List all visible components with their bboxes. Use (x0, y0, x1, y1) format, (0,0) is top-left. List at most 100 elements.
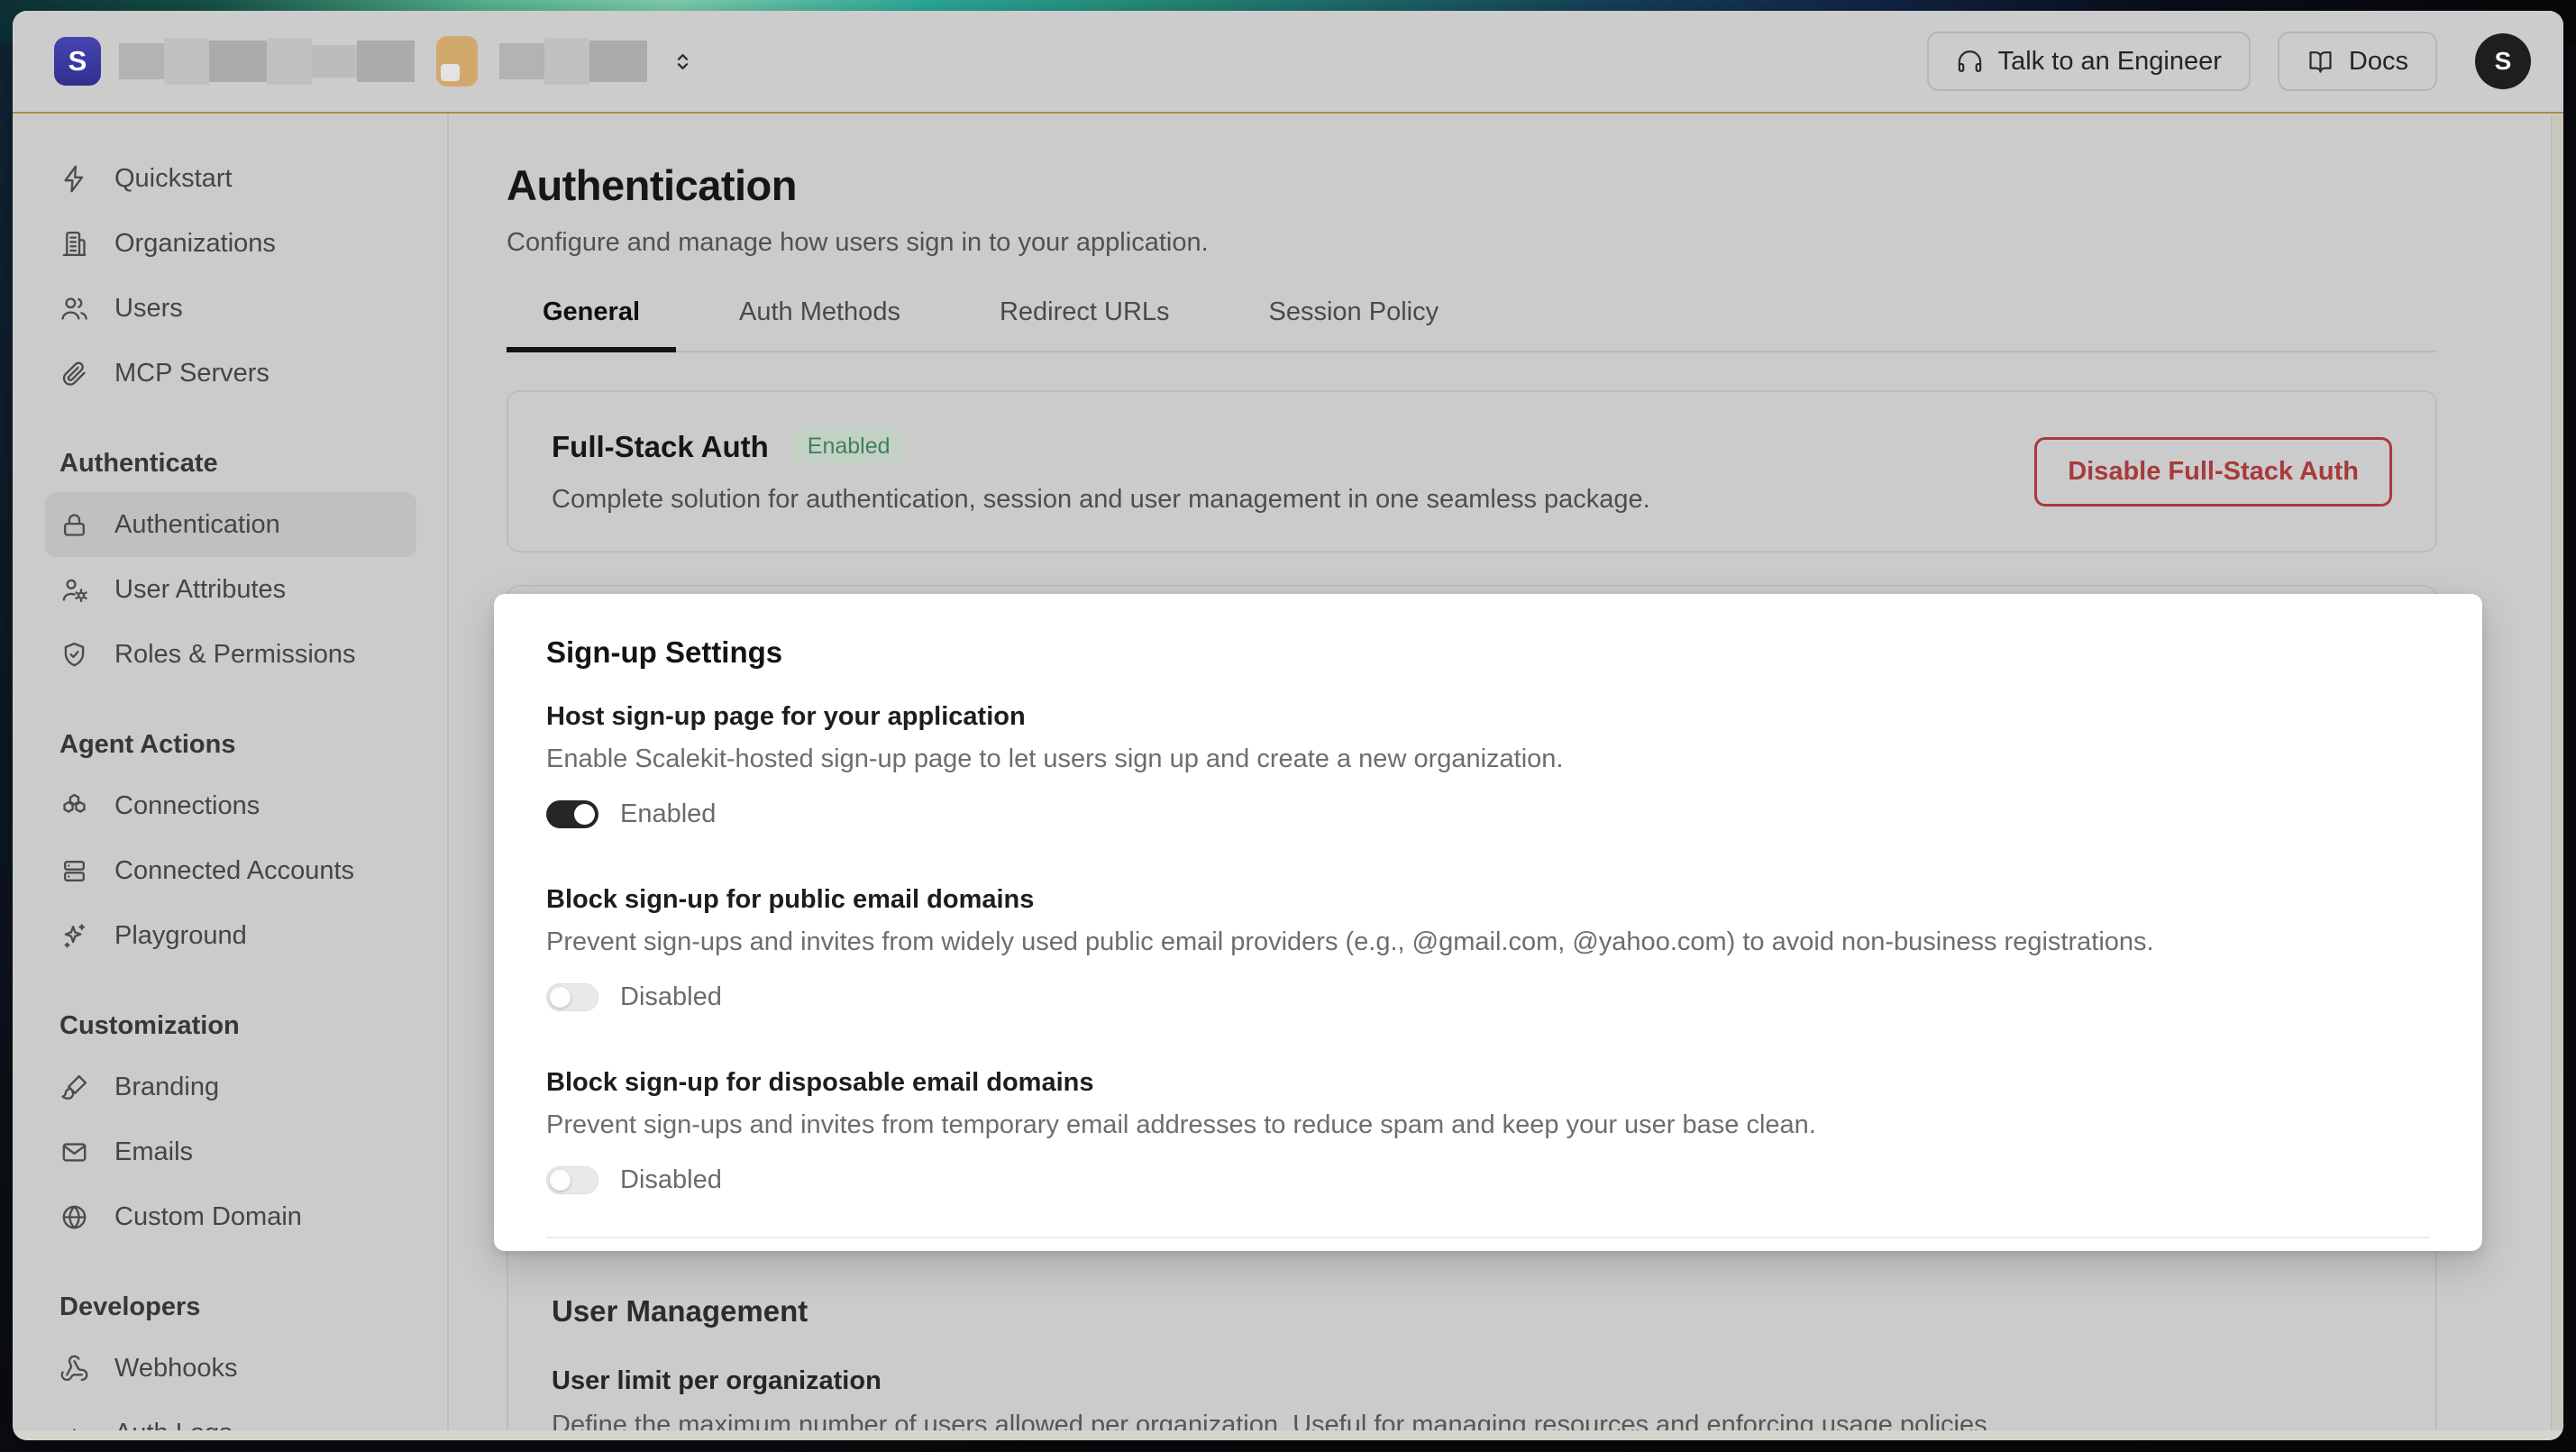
signup-setting-block-sign-up-for-public-email-domains: Block sign-up for public email domains Pr… (546, 885, 2430, 1012)
sidebar-item-label: Organizations (114, 229, 276, 259)
signup-setting-block-sign-up-for-disposable-email-domains: Block sign-up for disposable email domai… (546, 1068, 2430, 1195)
user-limit-title: User limit per organization (552, 1366, 2383, 1396)
sidebar-item-authentication[interactable]: Authentication (45, 492, 416, 557)
docs-label: Docs (2349, 47, 2408, 77)
topbar: S Talk to an Engineer Docs S (13, 11, 2563, 114)
workspace-name-redacted (119, 38, 415, 85)
sidebar-item-label: Emails (114, 1137, 193, 1167)
sidebar-item-roles-permissions[interactable]: Roles & Permissions (13, 622, 447, 687)
tab-redirect-urls[interactable]: Redirect URLs (964, 297, 1206, 352)
folder-env-icon (436, 36, 478, 87)
sidebar-item-label: Connected Accounts (114, 856, 354, 886)
book-open-icon (2307, 48, 2334, 76)
topbar-actions: Talk to an Engineer Docs S (1927, 32, 2531, 91)
toggle-switch[interactable] (546, 800, 598, 828)
user-gear-icon (59, 575, 89, 605)
sidebar-item-label: Branding (114, 1073, 219, 1102)
sidebar-item-label: User Attributes (114, 575, 286, 605)
user-management-section: User Management User limit per organizat… (508, 1251, 2435, 1438)
toggle-knob (574, 804, 595, 825)
signup-setting-host-sign-up-page-for-your-application: Host sign-up page for your application En… (546, 702, 2430, 829)
toggle-knob (550, 987, 571, 1008)
toggle-state-label: Disabled (620, 982, 722, 1012)
sidebar-item-label: MCP Servers (114, 359, 269, 388)
sidebar-item-user-attributes[interactable]: User Attributes (13, 557, 447, 622)
docs-button[interactable]: Docs (2278, 32, 2437, 91)
window-scrollbar[interactable] (2551, 115, 2563, 1431)
sidebar-section-agent-actions: Agent Actions (13, 716, 447, 773)
sidebar-item-organizations[interactable]: Organizations (13, 211, 447, 276)
page-subtitle: Configure and manage how users sign in t… (507, 228, 2437, 258)
mail-icon (59, 1137, 89, 1167)
sidebar-item-connections[interactable]: Connections (13, 773, 447, 838)
sidebar-item-quickstart[interactable]: Quickstart (13, 146, 447, 211)
toggle-row: Enabled (546, 799, 2430, 829)
signup-settings-card: Sign-up Settings Host sign-up page for y… (494, 594, 2482, 1251)
page-title: Authentication (507, 160, 2437, 210)
sidebar-item-playground[interactable]: Playground (13, 903, 447, 968)
workspace-logo-letter: S (69, 45, 87, 78)
sparkles-icon (59, 921, 89, 951)
sidebar-section-customization: Customization (13, 997, 447, 1055)
sidebar-item-label: Playground (114, 921, 247, 951)
tab-bar: General Auth Methods Redirect URLs Session … (507, 297, 2437, 352)
sidebar-item-label: Custom Domain (114, 1202, 302, 1232)
sidebar-item-label: Webhooks (114, 1354, 238, 1384)
workspace-switcher[interactable]: S (54, 36, 695, 87)
toggle-row: Disabled (546, 1165, 2430, 1195)
setting-title: Block sign-up for disposable email domai… (546, 1068, 2430, 1098)
setting-title: Block sign-up for public email domains (546, 885, 2430, 915)
headset-icon (1956, 48, 1984, 76)
chevron-up-down-icon (671, 50, 695, 74)
setting-title: Host sign-up page for your application (546, 702, 2430, 732)
signup-settings-list: Host sign-up page for your application En… (546, 702, 2430, 1195)
toggle-row: Disabled (546, 982, 2430, 1012)
globe-icon (59, 1202, 89, 1232)
sidebar-item-emails[interactable]: Emails (13, 1119, 447, 1184)
fullstack-auth-info: Full-Stack Auth Enabled Complete solutio… (552, 428, 1650, 515)
sidebar-item-custom-domain[interactable]: Custom Domain (13, 1184, 447, 1249)
talk-to-engineer-button[interactable]: Talk to an Engineer (1927, 32, 2251, 91)
sidebar: Quickstart Organizations Users MCP Servers A… (13, 114, 449, 1438)
boxes-icon (59, 791, 89, 821)
sidebar-item-label: Users (114, 294, 183, 324)
setting-description: Prevent sign-ups and invites from widely… (546, 927, 2430, 957)
sidebar-item-connected-accounts[interactable]: Connected Accounts (13, 838, 447, 903)
tab-auth-methods[interactable]: Auth Methods (703, 297, 936, 352)
webhook-icon (59, 1354, 89, 1384)
avatar-letter: S (2495, 47, 2512, 76)
main-content: Authentication Configure and manage how … (449, 114, 2563, 1438)
disable-fullstack-auth-button[interactable]: Disable Full-Stack Auth (2034, 437, 2392, 507)
lock-icon (59, 510, 89, 540)
users-icon (59, 294, 89, 324)
signup-settings-title: Sign-up Settings (546, 635, 2430, 670)
sidebar-item-branding[interactable]: Branding (13, 1055, 447, 1119)
fullstack-auth-title: Full-Stack Auth (552, 430, 769, 464)
sidebar-item-mcp-servers[interactable]: MCP Servers (13, 341, 447, 406)
stacked-cards-icon (59, 856, 89, 886)
sidebar-item-users[interactable]: Users (13, 276, 447, 341)
window-bottom-edge (13, 1430, 2563, 1440)
tab-session-policy[interactable]: Session Policy (1233, 297, 1475, 352)
workspace-logo: S (54, 37, 101, 86)
talk-to-engineer-label: Talk to an Engineer (1998, 47, 2222, 77)
toggle-switch[interactable] (546, 1166, 598, 1194)
app-window: S Talk to an Engineer Docs S (13, 11, 2563, 1440)
sidebar-item-webhooks[interactable]: Webhooks (13, 1336, 447, 1401)
building-icon (59, 229, 89, 259)
sidebar-section-developers: Developers (13, 1278, 447, 1336)
divider (546, 1237, 2430, 1238)
toggle-switch[interactable] (546, 983, 598, 1011)
paperclip-icon (59, 359, 89, 388)
tab-general[interactable]: General (507, 297, 676, 352)
user-avatar[interactable]: S (2475, 33, 2531, 89)
toggle-state-label: Enabled (620, 799, 716, 829)
toggle-state-label: Disabled (620, 1165, 722, 1195)
fullstack-auth-description: Complete solution for authentication, se… (552, 485, 1650, 515)
setting-description: Prevent sign-ups and invites from tempor… (546, 1110, 2430, 1140)
zap-icon (59, 164, 89, 194)
environment-name-redacted (499, 38, 647, 85)
toggle-knob (550, 1170, 571, 1191)
sidebar-item-label: Roles & Permissions (114, 640, 356, 670)
fullstack-auth-card: Full-Stack Auth Enabled Complete solutio… (507, 390, 2437, 552)
